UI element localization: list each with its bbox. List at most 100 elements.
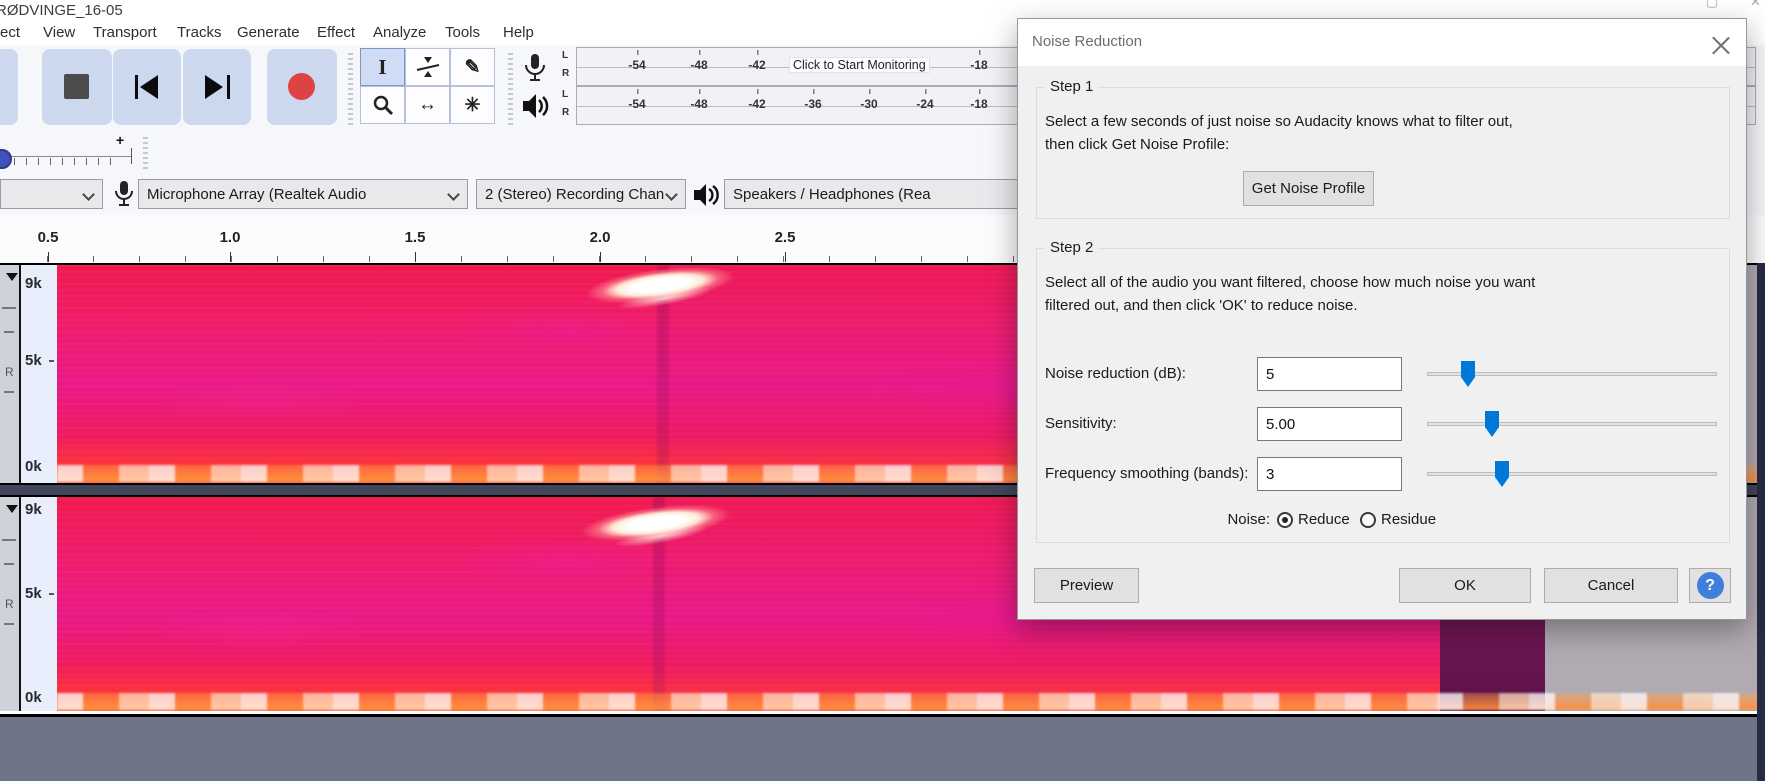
- menu-select-partial[interactable]: ect: [0, 24, 20, 41]
- menu-tools[interactable]: Tools: [445, 24, 480, 41]
- track-collapse-icon[interactable]: [6, 505, 18, 513]
- dialog-titlebar[interactable]: Noise Reduction: [1018, 19, 1746, 66]
- audacity-window: RØDVINGE_16-05 ▢ ✕ ect View Transport Tr…: [0, 0, 1765, 781]
- meter-tick: -18: [970, 89, 988, 111]
- playback-meter-speaker-button[interactable]: [520, 91, 558, 125]
- close-icon[interactable]: ✕: [1750, 0, 1761, 10]
- record-meter-mic-button[interactable]: [520, 53, 558, 87]
- meter-tick: -48: [690, 89, 708, 111]
- track-control-fragment: R: [5, 597, 14, 611]
- meter-tick: -54: [628, 50, 646, 72]
- menu-generate[interactable]: Generate: [237, 24, 300, 41]
- playback-device-dropdown[interactable]: Speakers / Headphones (Rea: [724, 179, 1042, 209]
- radio-residue[interactable]: [1360, 512, 1376, 528]
- envelope-tool-button[interactable]: [405, 48, 450, 86]
- menu-transport[interactable]: Transport: [93, 24, 157, 41]
- frequency-smoothing-slider-thumb[interactable]: [1495, 461, 1509, 487]
- skip-to-end-button[interactable]: [183, 49, 251, 125]
- get-noise-profile-button[interactable]: Get Noise Profile: [1243, 171, 1374, 206]
- playback-meter-r-label: R: [562, 107, 570, 118]
- ok-button[interactable]: OK: [1399, 568, 1531, 603]
- sensitivity-input[interactable]: [1257, 407, 1402, 441]
- volume-plus-label: +: [116, 132, 125, 148]
- toolbar-grip[interactable]: [508, 51, 513, 125]
- step1-instruction-line2: then click Get Noise Profile:: [1045, 136, 1230, 153]
- track-1-control-panel[interactable]: R: [0, 265, 21, 483]
- step2-instruction-line1: Select all of the audio you want filtere…: [1045, 274, 1536, 291]
- volume-slider-thumb[interactable]: [0, 149, 12, 169]
- frequency-smoothing-slider[interactable]: [1427, 472, 1717, 476]
- selection-tool-button[interactable]: I: [360, 48, 405, 86]
- dialog-close-icon[interactable]: [1712, 34, 1730, 52]
- skip-end-icon: [205, 75, 223, 99]
- freq-label-0k: 0k: [25, 458, 42, 475]
- toolbar-grip[interactable]: [348, 51, 353, 125]
- noise-reduction-slider-thumb[interactable]: [1461, 361, 1475, 387]
- timeshift-tool-icon: ↔: [418, 94, 437, 115]
- freq-label-5k: 5k: [25, 585, 42, 602]
- menu-help[interactable]: Help: [503, 24, 534, 41]
- radio-residue-label[interactable]: Residue: [1381, 511, 1436, 528]
- cancel-button[interactable]: Cancel: [1544, 568, 1678, 603]
- help-button[interactable]: ?: [1689, 568, 1731, 603]
- record-meter-r-label: R: [562, 68, 570, 79]
- timeline-tick-label: 2.5: [774, 229, 796, 246]
- envelope-tool-icon: [416, 57, 439, 77]
- meter-tick: -18: [970, 50, 988, 72]
- toolbar-grip[interactable]: [143, 136, 148, 169]
- maximize-icon[interactable]: ▢: [1706, 0, 1718, 10]
- frequency-smoothing-input[interactable]: [1257, 457, 1402, 491]
- window-title: RØDVINGE_16-05: [0, 2, 123, 19]
- timeshift-tool-button[interactable]: ↔: [405, 86, 450, 124]
- meter-tick: -36: [804, 89, 822, 111]
- noise-reduction-input[interactable]: [1257, 357, 1402, 391]
- step2-group: Step 2 Select all of the audio you want …: [1036, 239, 1730, 543]
- record-button[interactable]: [267, 49, 337, 125]
- frequency-smoothing-label: Frequency smoothing (bands):: [1045, 465, 1249, 482]
- step2-label: Step 2: [1045, 239, 1099, 256]
- speaker-icon: [694, 184, 719, 206]
- noise-label: Noise:: [1227, 511, 1270, 528]
- noise-reduction-dialog: Noise Reduction Step 1 Select a few seco…: [1017, 18, 1747, 620]
- recording-device-dropdown[interactable]: Microphone Array (Realtek Audio: [138, 179, 468, 209]
- meter-tick: -42: [748, 89, 766, 111]
- workspace-background: [0, 714, 1765, 781]
- chevron-down-icon: [447, 188, 460, 201]
- menu-tracks[interactable]: Tracks: [177, 24, 221, 41]
- meter-tick: -48: [690, 50, 708, 72]
- zoom-tool-button[interactable]: [360, 86, 405, 124]
- timeline-tick-label: 1.5: [404, 229, 426, 246]
- vertical-scrollbar[interactable]: [1757, 263, 1765, 781]
- recording-device-value: Microphone Array (Realtek Audio: [147, 185, 367, 203]
- menu-analyze[interactable]: Analyze: [373, 24, 426, 41]
- draw-tool-icon: ✎: [464, 56, 481, 78]
- timeline-tick-label: 2.0: [589, 229, 611, 246]
- radio-reduce[interactable]: [1277, 512, 1293, 528]
- play-button[interactable]: [0, 49, 18, 125]
- sensitivity-slider-thumb[interactable]: [1485, 411, 1499, 437]
- help-icon: ?: [1696, 572, 1724, 599]
- skip-to-start-button[interactable]: [113, 49, 181, 125]
- radio-reduce-label[interactable]: Reduce: [1298, 511, 1350, 528]
- monitoring-label: Click to Start Monitoring: [789, 57, 930, 73]
- multi-tool-button[interactable]: ✳: [450, 86, 495, 124]
- freq-label-0k: 0k: [25, 689, 42, 706]
- timeline-tick-label: 0.5: [37, 229, 59, 246]
- menu-view[interactable]: View: [43, 24, 75, 41]
- recording-channels-dropdown[interactable]: 2 (Stereo) Recording Chan: [476, 179, 686, 209]
- stop-button[interactable]: [42, 49, 112, 125]
- sensitivity-slider[interactable]: [1427, 422, 1717, 426]
- meter-tick: -30: [860, 89, 878, 111]
- volume-slider-ticks: [2, 158, 120, 165]
- menu-effect[interactable]: Effect: [317, 24, 355, 41]
- microphone-icon: [115, 181, 133, 206]
- step1-group: Step 1 Select a few seconds of just nois…: [1036, 78, 1730, 219]
- chevron-down-icon: [82, 188, 95, 201]
- track-collapse-icon[interactable]: [6, 273, 18, 281]
- preview-button[interactable]: Preview: [1034, 568, 1139, 603]
- track-2-control-panel[interactable]: R: [0, 497, 21, 711]
- meter-tick: -42: [748, 50, 766, 72]
- audio-host-dropdown[interactable]: [0, 179, 103, 209]
- microphone-icon: [525, 54, 545, 81]
- draw-tool-button[interactable]: ✎: [450, 48, 495, 86]
